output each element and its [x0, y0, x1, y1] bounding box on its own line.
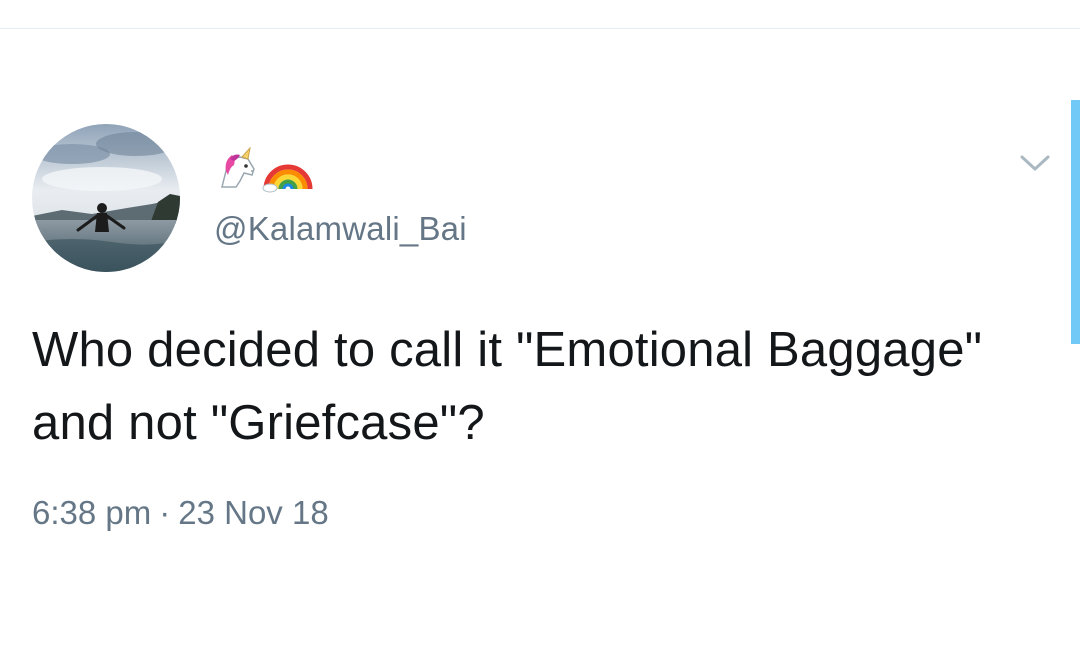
top-divider [0, 28, 1080, 29]
timestamp-separator: · [159, 494, 171, 531]
avatar-photo [32, 124, 180, 272]
display-name[interactable] [214, 146, 314, 194]
chevron-down-icon[interactable] [1016, 150, 1054, 176]
tweet-text: Who decided to call it "Emotional Baggag… [32, 323, 983, 450]
avatar[interactable] [32, 124, 180, 272]
tweet-date: 23 Nov 18 [178, 494, 329, 531]
timestamp[interactable]: 6:38 pm · 23 Nov 18 [32, 494, 329, 532]
author-handle[interactable]: @Kalamwali_Bai [214, 210, 467, 248]
scroll-indicator[interactable] [1071, 100, 1080, 344]
rainbow-icon [262, 164, 313, 193]
tweet-time: 6:38 pm [32, 494, 152, 531]
unicorn-icon [221, 147, 255, 188]
